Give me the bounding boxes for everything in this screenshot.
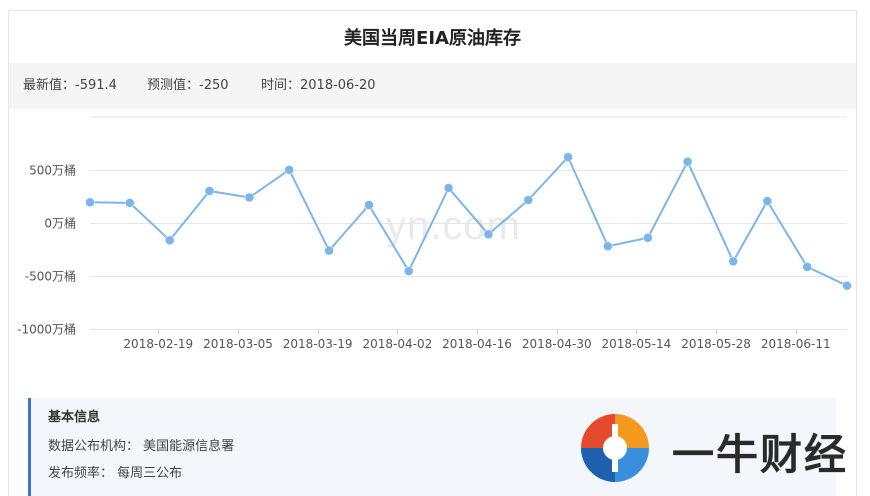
x-tick-label: 2018-05-14 [602,337,672,351]
data-point [842,280,852,291]
x-tick-label: 2018-04-02 [362,337,432,351]
org-label: 数据公布机构： [48,439,140,454]
x-tick-label: 2018-05-28 [681,337,751,351]
line-chart: 500万桶 0万桶 -500万桶 -1000万桶 2018-02-19 2018-03-0… [17,116,852,351]
data-point [403,266,414,276]
y-tick-label: -500万桶 [25,269,76,284]
data-point [682,156,693,167]
data-point [85,197,95,208]
data-point [483,229,494,240]
freq-label: 发布频率： [48,466,114,481]
info-org-row: 数据公布机构： 美国能源信息署 [48,435,234,454]
data-point [563,152,573,162]
series-line [89,156,848,287]
y-tick-label: -1000万桶 [17,322,76,337]
x-tick-label: 2018-02-19 [123,337,193,351]
data-point [603,241,613,251]
data-point [284,165,294,175]
org-value: 美国能源信息署 [143,439,235,454]
x-tick-label: 2018-04-30 [522,337,592,351]
data-point [802,262,812,272]
data-point [204,186,215,196]
x-tick-label: 2018-03-05 [203,337,273,351]
y-tick-label: 0万桶 [44,216,76,231]
freq-value: 每周三公布 [117,466,183,481]
data-point [728,256,738,267]
data-point [364,200,374,210]
info-freq-row: 发布频率： 每周三公布 [48,462,182,481]
data-point [164,235,175,246]
info-heading: 基本信息 [48,410,101,425]
data-point [125,198,135,208]
x-tick-label: 2018-03-19 [283,337,353,351]
data-point [244,192,255,203]
data-point [443,183,454,193]
brand-logo-text: 一牛财经 [672,430,849,479]
x-tick-label: 2018-04-16 [442,337,512,351]
data-point [324,245,334,256]
data-point [523,195,534,205]
data-point [643,233,653,243]
x-tick-label: 2018-06-11 [761,337,831,351]
data-point [762,196,773,206]
y-tick-label: 500万桶 [29,163,76,178]
